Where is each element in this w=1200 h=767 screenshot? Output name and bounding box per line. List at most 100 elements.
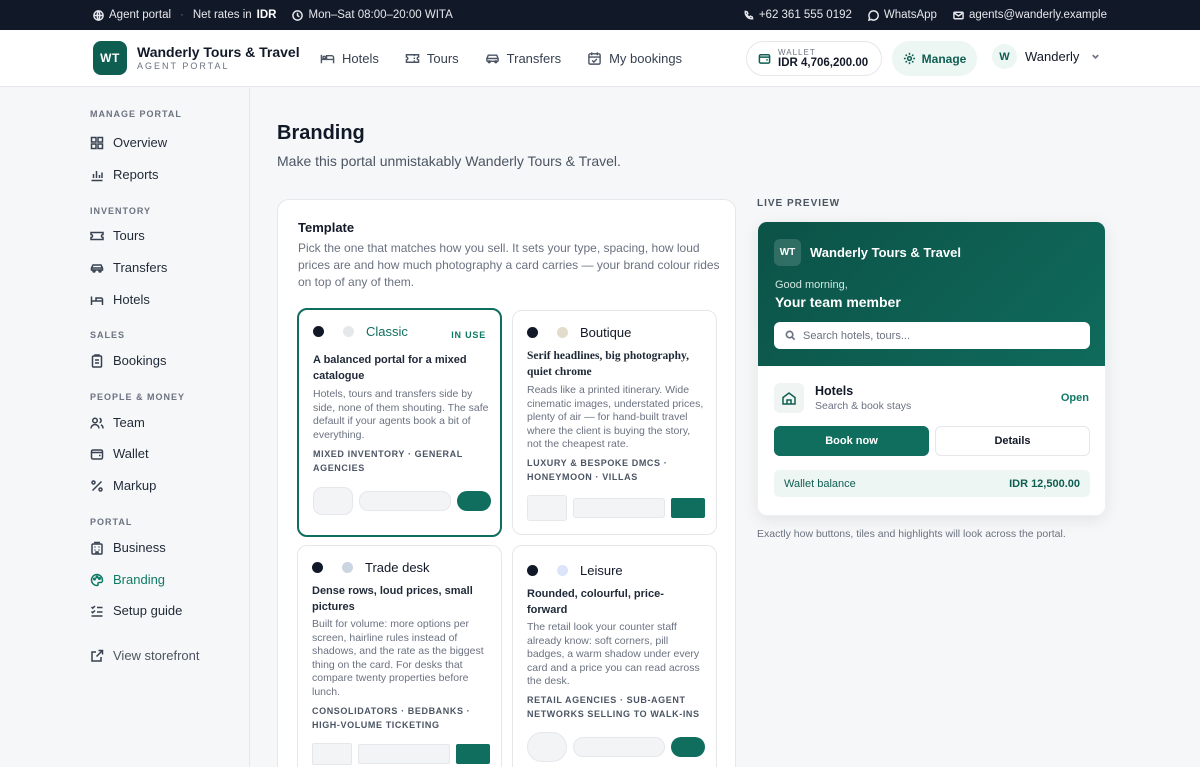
sidebar-item-wallet[interactable]: Wallet (90, 446, 149, 461)
sidebar-item-reports[interactable]: Reports (90, 167, 159, 182)
globe-icon (93, 9, 104, 21)
sidebar-section-inventory: INVENTORY (90, 206, 152, 216)
sidebar-item-business[interactable]: Business (90, 540, 166, 555)
brand-name[interactable]: Wanderly Tours & Travel (137, 44, 300, 60)
sidebar-item-hotels[interactable]: Hotels (90, 292, 150, 307)
brand-logo[interactable]: WT (93, 41, 127, 75)
ticket-icon (90, 231, 104, 240)
sidebar-item-label: Setup guide (113, 603, 183, 618)
swatch-white (542, 565, 553, 576)
sidebar-section-portal: PORTAL (90, 517, 133, 527)
preview-details-button[interactable]: Details (935, 426, 1090, 456)
template-option-boutique[interactable]: Boutique Serif headlines, big photograph… (512, 310, 717, 535)
option-tagline: Rounded, colourful, price-forward (527, 588, 664, 616)
option-mini-preview (527, 495, 705, 521)
nav-my-bookings-label: My bookings (609, 51, 683, 66)
sidebar-item-team[interactable]: Team (90, 415, 145, 430)
preview-wallet-row: Wallet balance IDR 12,500.00 (774, 470, 1090, 497)
preview-brand: Wanderly Tours & Travel (810, 245, 961, 260)
option-text: Hotels, tours and transfers side by side… (313, 388, 489, 441)
avatar: W (992, 44, 1017, 69)
page-subtitle: Make this portal unmistakably Wanderly T… (277, 153, 621, 169)
user-menu[interactable]: W Wanderly (992, 44, 1101, 69)
net-rates-label: Net rates in (192, 9, 252, 21)
phone-link[interactable]: +62 361 555 0192 (743, 9, 852, 21)
preview-hero: WT Wanderly Tours & Travel Good morning,… (758, 222, 1105, 366)
option-fit: MIXED INVENTORY · GENERAL AGENCIES (313, 449, 463, 473)
email-link[interactable]: agents@wanderly.example (953, 9, 1107, 21)
template-option-trade-desk[interactable]: Trade desk Dense rows, loud prices, smal… (297, 545, 502, 767)
preview-tile-icon (774, 383, 804, 413)
wallet-icon (758, 54, 771, 64)
sidebar-section-sales: SALES (90, 330, 126, 340)
agent-portal-link[interactable]: Agent portal (93, 9, 171, 21)
live-preview-caption: Exactly how buttons, tiles and highlight… (757, 528, 1066, 540)
whatsapp-link[interactable]: WhatsApp (867, 9, 937, 21)
percent-icon (91, 479, 103, 492)
option-text: Built for volume: more options per scree… (312, 618, 484, 698)
main-header: WT Wanderly Tours & Travel AGENT PORTAL … (0, 30, 1200, 87)
hours-label: Mon–Sat 08:00–20:00 WITA (308, 9, 453, 21)
net-rates-info: Net rates in IDR (193, 9, 277, 21)
swatch-white (542, 327, 553, 338)
sidebar: MANAGE PORTAL Overview Reports INVENTORY… (0, 88, 250, 767)
phone-label: +62 361 555 0192 (758, 9, 852, 21)
wallet-label: WALLET (778, 48, 816, 57)
option-name: Trade desk (365, 560, 430, 575)
sidebar-item-bookings[interactable]: Bookings (90, 353, 166, 368)
sidebar-item-branding[interactable]: Branding (90, 572, 165, 587)
agent-portal-label: Agent portal (109, 9, 172, 21)
template-heading: Template (298, 220, 355, 235)
external-link-icon (91, 649, 104, 662)
template-option-leisure[interactable]: Leisure Rounded, colourful, price-forwar… (512, 545, 717, 767)
option-header: Classic (313, 324, 408, 339)
option-text: The retail look your counter staff alrea… (527, 621, 700, 687)
option-mini-preview (313, 487, 491, 515)
option-header: Trade desk (312, 560, 430, 575)
nav-tours[interactable]: Tours (405, 51, 459, 66)
whatsapp-label: WhatsApp (883, 9, 937, 21)
preview-book-now-button[interactable]: Book now (774, 426, 929, 456)
chat-icon (867, 9, 879, 21)
option-name: Leisure (580, 563, 623, 578)
sidebar-item-markup[interactable]: Markup (90, 478, 156, 493)
building-icon (91, 541, 103, 555)
nav-transfers[interactable]: Transfers (485, 51, 561, 66)
option-name: Boutique (580, 325, 632, 340)
car-icon (90, 263, 104, 273)
live-preview-label: LIVE PREVIEW (757, 198, 841, 209)
separator-dot: · (180, 9, 184, 21)
sidebar-item-tours[interactable]: Tours (90, 228, 145, 243)
checklist-icon (90, 604, 103, 617)
swatch-sky (557, 565, 568, 576)
brand-subtitle: AGENT PORTAL (137, 61, 230, 71)
option-tagline: Serif headlines, big photography, quiet … (527, 350, 689, 378)
sidebar-item-label: Transfers (113, 260, 168, 275)
sidebar-item-transfers[interactable]: Transfers (90, 260, 167, 275)
main-nav: Hotels Tours Transfers My bookings (320, 30, 682, 87)
sidebar-item-view-storefront[interactable]: View storefront (90, 648, 199, 663)
search-icon (785, 330, 796, 341)
gear-icon (903, 52, 915, 65)
swatch-slate (342, 562, 353, 573)
preview-tile-status[interactable]: Open (1061, 392, 1089, 404)
manage-button[interactable]: Manage (892, 41, 977, 76)
swatch-white (327, 562, 338, 573)
preview-user-name: Your team member (775, 294, 901, 310)
nav-my-bookings[interactable]: My bookings (587, 51, 682, 66)
swatch-dark (312, 562, 323, 573)
preview-logo: WT (774, 239, 801, 266)
palette-icon (90, 573, 104, 586)
template-option-classic[interactable]: Classic IN USE A balanced portal for a m… (297, 308, 502, 537)
sidebar-section-people-money: PEOPLE & MONEY (90, 392, 186, 402)
bed-icon (320, 54, 335, 64)
sidebar-item-overview[interactable]: Overview (90, 135, 167, 150)
sidebar-item-label: Tours (113, 228, 145, 243)
wallet-balance-pill[interactable]: WALLET IDR 4,706,200.00 (746, 41, 882, 76)
users-icon (90, 416, 104, 429)
nav-hotels[interactable]: Hotels (320, 51, 379, 66)
sidebar-item-setup-guide[interactable]: Setup guide (90, 603, 182, 618)
preview-search-input[interactable]: Search hotels, tours... (774, 322, 1090, 349)
option-tagline: A balanced portal for a mixed catalogue (313, 354, 467, 382)
sidebar-item-label: Branding (113, 572, 166, 587)
